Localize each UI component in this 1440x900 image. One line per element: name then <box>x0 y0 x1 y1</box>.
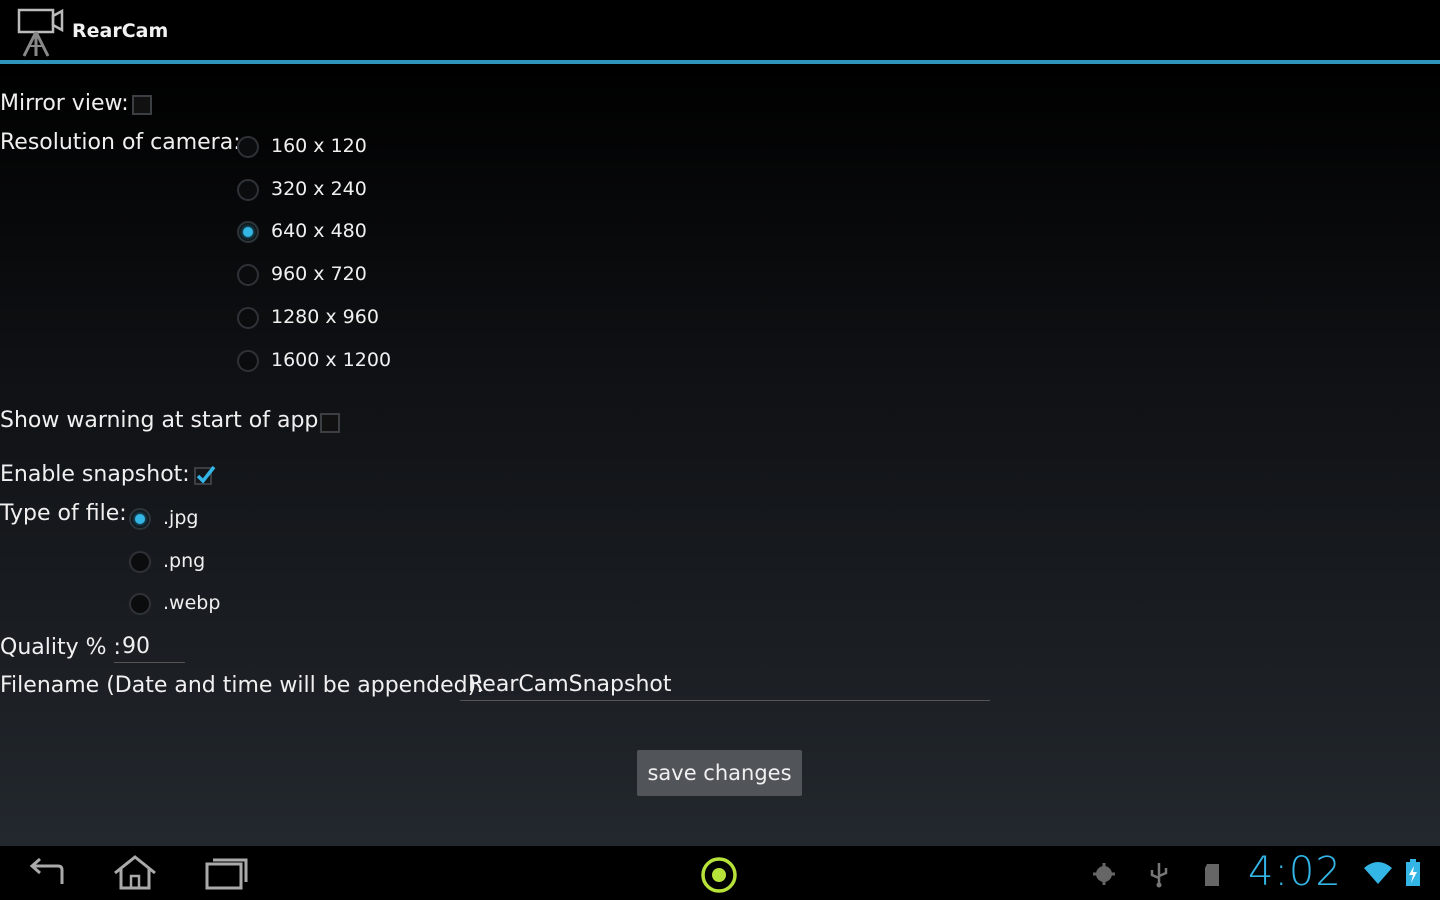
quality-label: Quality % : <box>0 635 121 660</box>
mirror-view-label: Mirror view: <box>0 91 129 116</box>
resolution-radio-960[interactable] <box>237 264 259 286</box>
home-icon[interactable] <box>112 854 158 892</box>
settings-panel: Mirror view: Resolution of camera: 160 x… <box>0 64 1440 846</box>
mirror-view-checkbox[interactable] <box>132 95 152 115</box>
recent-apps-icon[interactable] <box>204 856 250 890</box>
clock: 4:02 <box>1248 849 1342 895</box>
file-type-option-label: .png <box>163 550 206 572</box>
filename-input[interactable]: RearCamSnapshot <box>460 670 990 701</box>
action-bar: RearCam <box>0 0 1440 60</box>
file-type-option-label: .webp <box>163 592 221 614</box>
resolution-option-label: 1600 x 1200 <box>271 349 392 371</box>
enable-snapshot-checkbox[interactable] <box>193 464 217 486</box>
save-changes-button[interactable]: save changes <box>637 750 802 796</box>
file-type-radio-webp[interactable] <box>129 593 151 615</box>
back-icon[interactable] <box>24 856 68 890</box>
wifi-icon <box>1364 862 1392 884</box>
file-type-label: Type of file: <box>0 501 127 526</box>
filename-label: Filename (Date and time will be appended… <box>0 673 484 698</box>
resolution-radio-640[interactable] <box>237 221 259 243</box>
battery-icon <box>1406 859 1420 886</box>
quality-input[interactable]: 90 <box>114 632 185 663</box>
resolution-option-label: 960 x 720 <box>271 263 367 285</box>
resolution-radio-160[interactable] <box>237 136 259 158</box>
show-warning-checkbox[interactable] <box>320 413 340 433</box>
resolution-radio-320[interactable] <box>237 179 259 201</box>
resolution-option-label: 160 x 120 <box>271 135 367 157</box>
file-type-radio-jpg[interactable] <box>129 508 151 530</box>
show-warning-label: Show warning at start of app: <box>0 408 326 433</box>
resolution-radio-1280[interactable] <box>237 307 259 329</box>
resolution-option-label: 1280 x 960 <box>271 306 379 328</box>
app-title: RearCam <box>72 20 169 42</box>
enable-snapshot-label: Enable snapshot: <box>0 462 190 487</box>
resolution-label: Resolution of camera: <box>0 130 241 155</box>
usb-icon <box>1150 863 1168 888</box>
file-type-option-label: .jpg <box>163 507 199 529</box>
screen: RearCam Mirror view: Resolution of camer… <box>0 0 1440 900</box>
camera-shortcut-icon[interactable] <box>700 856 738 894</box>
system-bar: 4:02 <box>0 846 1440 900</box>
resolution-radio-1600[interactable] <box>237 350 259 372</box>
sd-card-icon <box>1205 864 1219 886</box>
resolution-option-label: 320 x 240 <box>271 178 367 200</box>
android-debug-icon <box>1093 863 1115 885</box>
file-type-radio-png[interactable] <box>129 551 151 573</box>
resolution-option-label: 640 x 480 <box>271 220 367 242</box>
app-camera-icon <box>17 8 64 57</box>
